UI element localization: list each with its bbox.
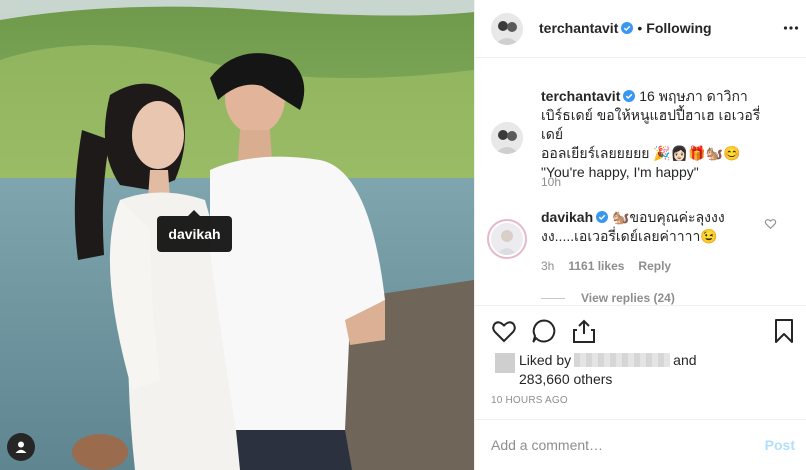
post-photo[interactable]: davikah [0, 0, 474, 470]
caption-author-avatar[interactable] [491, 122, 523, 154]
header-separator: • [637, 20, 643, 36]
caption-time[interactable]: 10h [541, 175, 561, 189]
comment-time[interactable]: 3h [541, 259, 554, 273]
share-icon[interactable] [571, 318, 597, 344]
post-timestamp[interactable]: 10 HOURS AGO [491, 395, 568, 406]
more-icon[interactable] [783, 20, 799, 36]
author-username[interactable]: terchantavit [539, 20, 618, 36]
post-header: terchantavit • Following [475, 0, 806, 58]
verified-icon [596, 211, 609, 223]
add-comment-bar: Post [475, 419, 806, 470]
caption-username[interactable]: terchantavit [541, 88, 620, 104]
caption-line-4: "You're happy, I'm happy" [541, 164, 699, 180]
heart-icon[interactable] [491, 318, 517, 344]
liker-username-redacted [574, 353, 671, 367]
commenter-avatar[interactable] [487, 219, 527, 259]
user-tag-icon[interactable] [7, 433, 35, 461]
author-avatar[interactable] [491, 13, 523, 45]
caption-line-1: 16 พฤษภา ดาวิกา [639, 88, 748, 104]
comment-icon[interactable] [531, 318, 557, 344]
comments-list[interactable]: terchantavit 16 พฤษภา ดาวิกา เบิร์ธเดย์ … [475, 59, 806, 305]
header-names: terchantavit • Following [539, 20, 712, 36]
post-details-panel: terchantavit • Following terchantavit 16 พ… [474, 0, 806, 470]
couple-photo-image [0, 0, 474, 470]
caption-line-2: เบิร์ธเดย์ ขอให้หนูแฮปปี้ฮาเฮ เอเวอรี่เด… [541, 107, 761, 142]
reply-button[interactable]: Reply [638, 259, 671, 273]
following-button[interactable]: Following [646, 20, 711, 36]
heart-icon[interactable] [764, 217, 777, 230]
liker-avatar[interactable] [495, 353, 515, 373]
user-tag-tooltip[interactable]: davikah [157, 210, 232, 252]
bookmark-icon[interactable] [771, 318, 797, 344]
view-replies-button[interactable]: View replies (24) [541, 291, 675, 305]
caption-line-3: ออลเยียร์เลยยยยย 🎉👩🏻🎁🐿️😊 [541, 145, 741, 161]
action-bar [475, 305, 806, 355]
post-button[interactable]: Post [765, 437, 795, 453]
verified-icon [623, 90, 636, 102]
comment-likes[interactable]: 1161 likes [568, 259, 624, 273]
reply-comment-text: davikah 🐿️ขอบคุณค่ะลุงงง งง.....เอเวอรี่… [541, 208, 757, 246]
liked-and: and [673, 352, 697, 368]
liked-by-prefix: Liked by [519, 352, 572, 368]
caption-text: terchantavit 16 พฤษภา ดาวิกา เบิร์ธเดย์ … [541, 87, 781, 182]
likes-count[interactable]: 283,660 others [519, 371, 612, 387]
verified-icon [621, 22, 634, 34]
commenter-username[interactable]: davikah [541, 209, 593, 225]
comment-meta: 3h 1161 likes Reply [541, 259, 685, 273]
comment-input[interactable] [491, 434, 741, 456]
